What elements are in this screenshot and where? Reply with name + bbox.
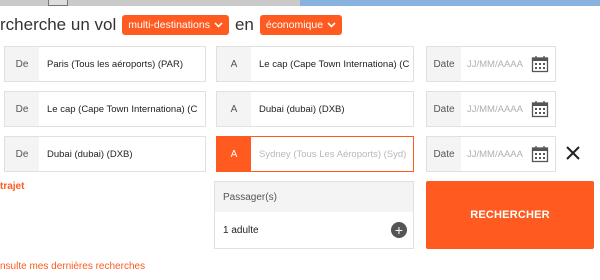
date-label: Date (427, 137, 461, 171)
from-value: Le cap (Cape Town Internationa) (C (47, 103, 198, 115)
trip-type-label: multi-destinations (128, 19, 210, 31)
headline-connector: en (234, 15, 254, 34)
from-value: Paris (Tous les aéroports) (PAR) (47, 58, 184, 70)
chevron-down-icon (214, 21, 223, 30)
browser-top-strip (0, 0, 600, 6)
search-button[interactable]: RECHERCHER (426, 181, 594, 249)
to-placeholder: Sydney (Tous Les Aéroports) (Syd) (259, 148, 407, 160)
from-label: De (5, 47, 39, 81)
passengers-row: 1 adulte + (215, 212, 413, 248)
plus-icon[interactable]: + (391, 222, 407, 238)
passengers-label: Passager(s) (215, 182, 413, 212)
leg-3-to-field[interactable]: A Sydney (Tous Les Aéroports) (Syd) (216, 136, 414, 172)
to-label: A (217, 92, 251, 126)
date-label: Date (427, 47, 461, 81)
cabin-class-label: économique (265, 19, 324, 31)
date-label: Date (427, 92, 461, 126)
from-label: De (5, 137, 39, 171)
passengers-selector[interactable]: Passager(s) 1 adulte + (214, 181, 414, 249)
trip-type-dropdown[interactable]: multi-destinations (122, 15, 229, 35)
leg-2-date-field[interactable]: Date JJ/MM/AAAA (426, 91, 556, 127)
passengers-value: 1 adulte (223, 224, 259, 236)
chevron-down-icon (327, 21, 336, 30)
add-leg-link[interactable]: trajet (0, 181, 24, 192)
leg-1-to-field[interactable]: A Le cap (Cape Town Internationa) (C (216, 46, 414, 82)
date-placeholder: JJ/MM/AAAA (467, 58, 523, 70)
date-placeholder: JJ/MM/AAAA (467, 148, 523, 160)
date-placeholder: JJ/MM/AAAA (467, 103, 523, 115)
leg-3-from-field[interactable]: De Dubai (dubai) (DXB) (4, 136, 206, 172)
recent-searches-link[interactable]: nsulte mes dernières recherches (0, 261, 145, 272)
leg-1-from-field[interactable]: De Paris (Tous les aéroports) (PAR) (4, 46, 206, 82)
calendar-icon[interactable] (531, 55, 549, 73)
leg-3-date-field[interactable]: Date JJ/MM/AAAA (426, 136, 556, 172)
from-label: De (5, 92, 39, 126)
search-headline: rcherche un vol multi-destinations en éc… (0, 14, 343, 36)
calendar-icon[interactable] (531, 100, 549, 118)
close-icon[interactable] (564, 144, 582, 162)
headline-prefix: rcherche un vol (0, 15, 117, 34)
leg-2-from-field[interactable]: De Le cap (Cape Town Internationa) (C (4, 91, 206, 127)
top-strip-right (300, 0, 600, 6)
leg-2-to-field[interactable]: A Dubai (dubai) (DXB) (216, 91, 414, 127)
cabin-class-dropdown[interactable]: économique (259, 15, 343, 35)
calendar-icon[interactable] (531, 145, 549, 163)
to-value: Le cap (Cape Town Internationa) (C (259, 58, 410, 70)
to-value: Dubai (dubai) (DXB) (259, 103, 345, 115)
leg-1-date-field[interactable]: Date JJ/MM/AAAA (426, 46, 556, 82)
briefcase-icon (48, 0, 68, 6)
from-value: Dubai (dubai) (DXB) (47, 148, 133, 160)
to-label: A (217, 47, 251, 81)
top-strip-left (0, 0, 300, 6)
to-label: A (217, 137, 251, 171)
